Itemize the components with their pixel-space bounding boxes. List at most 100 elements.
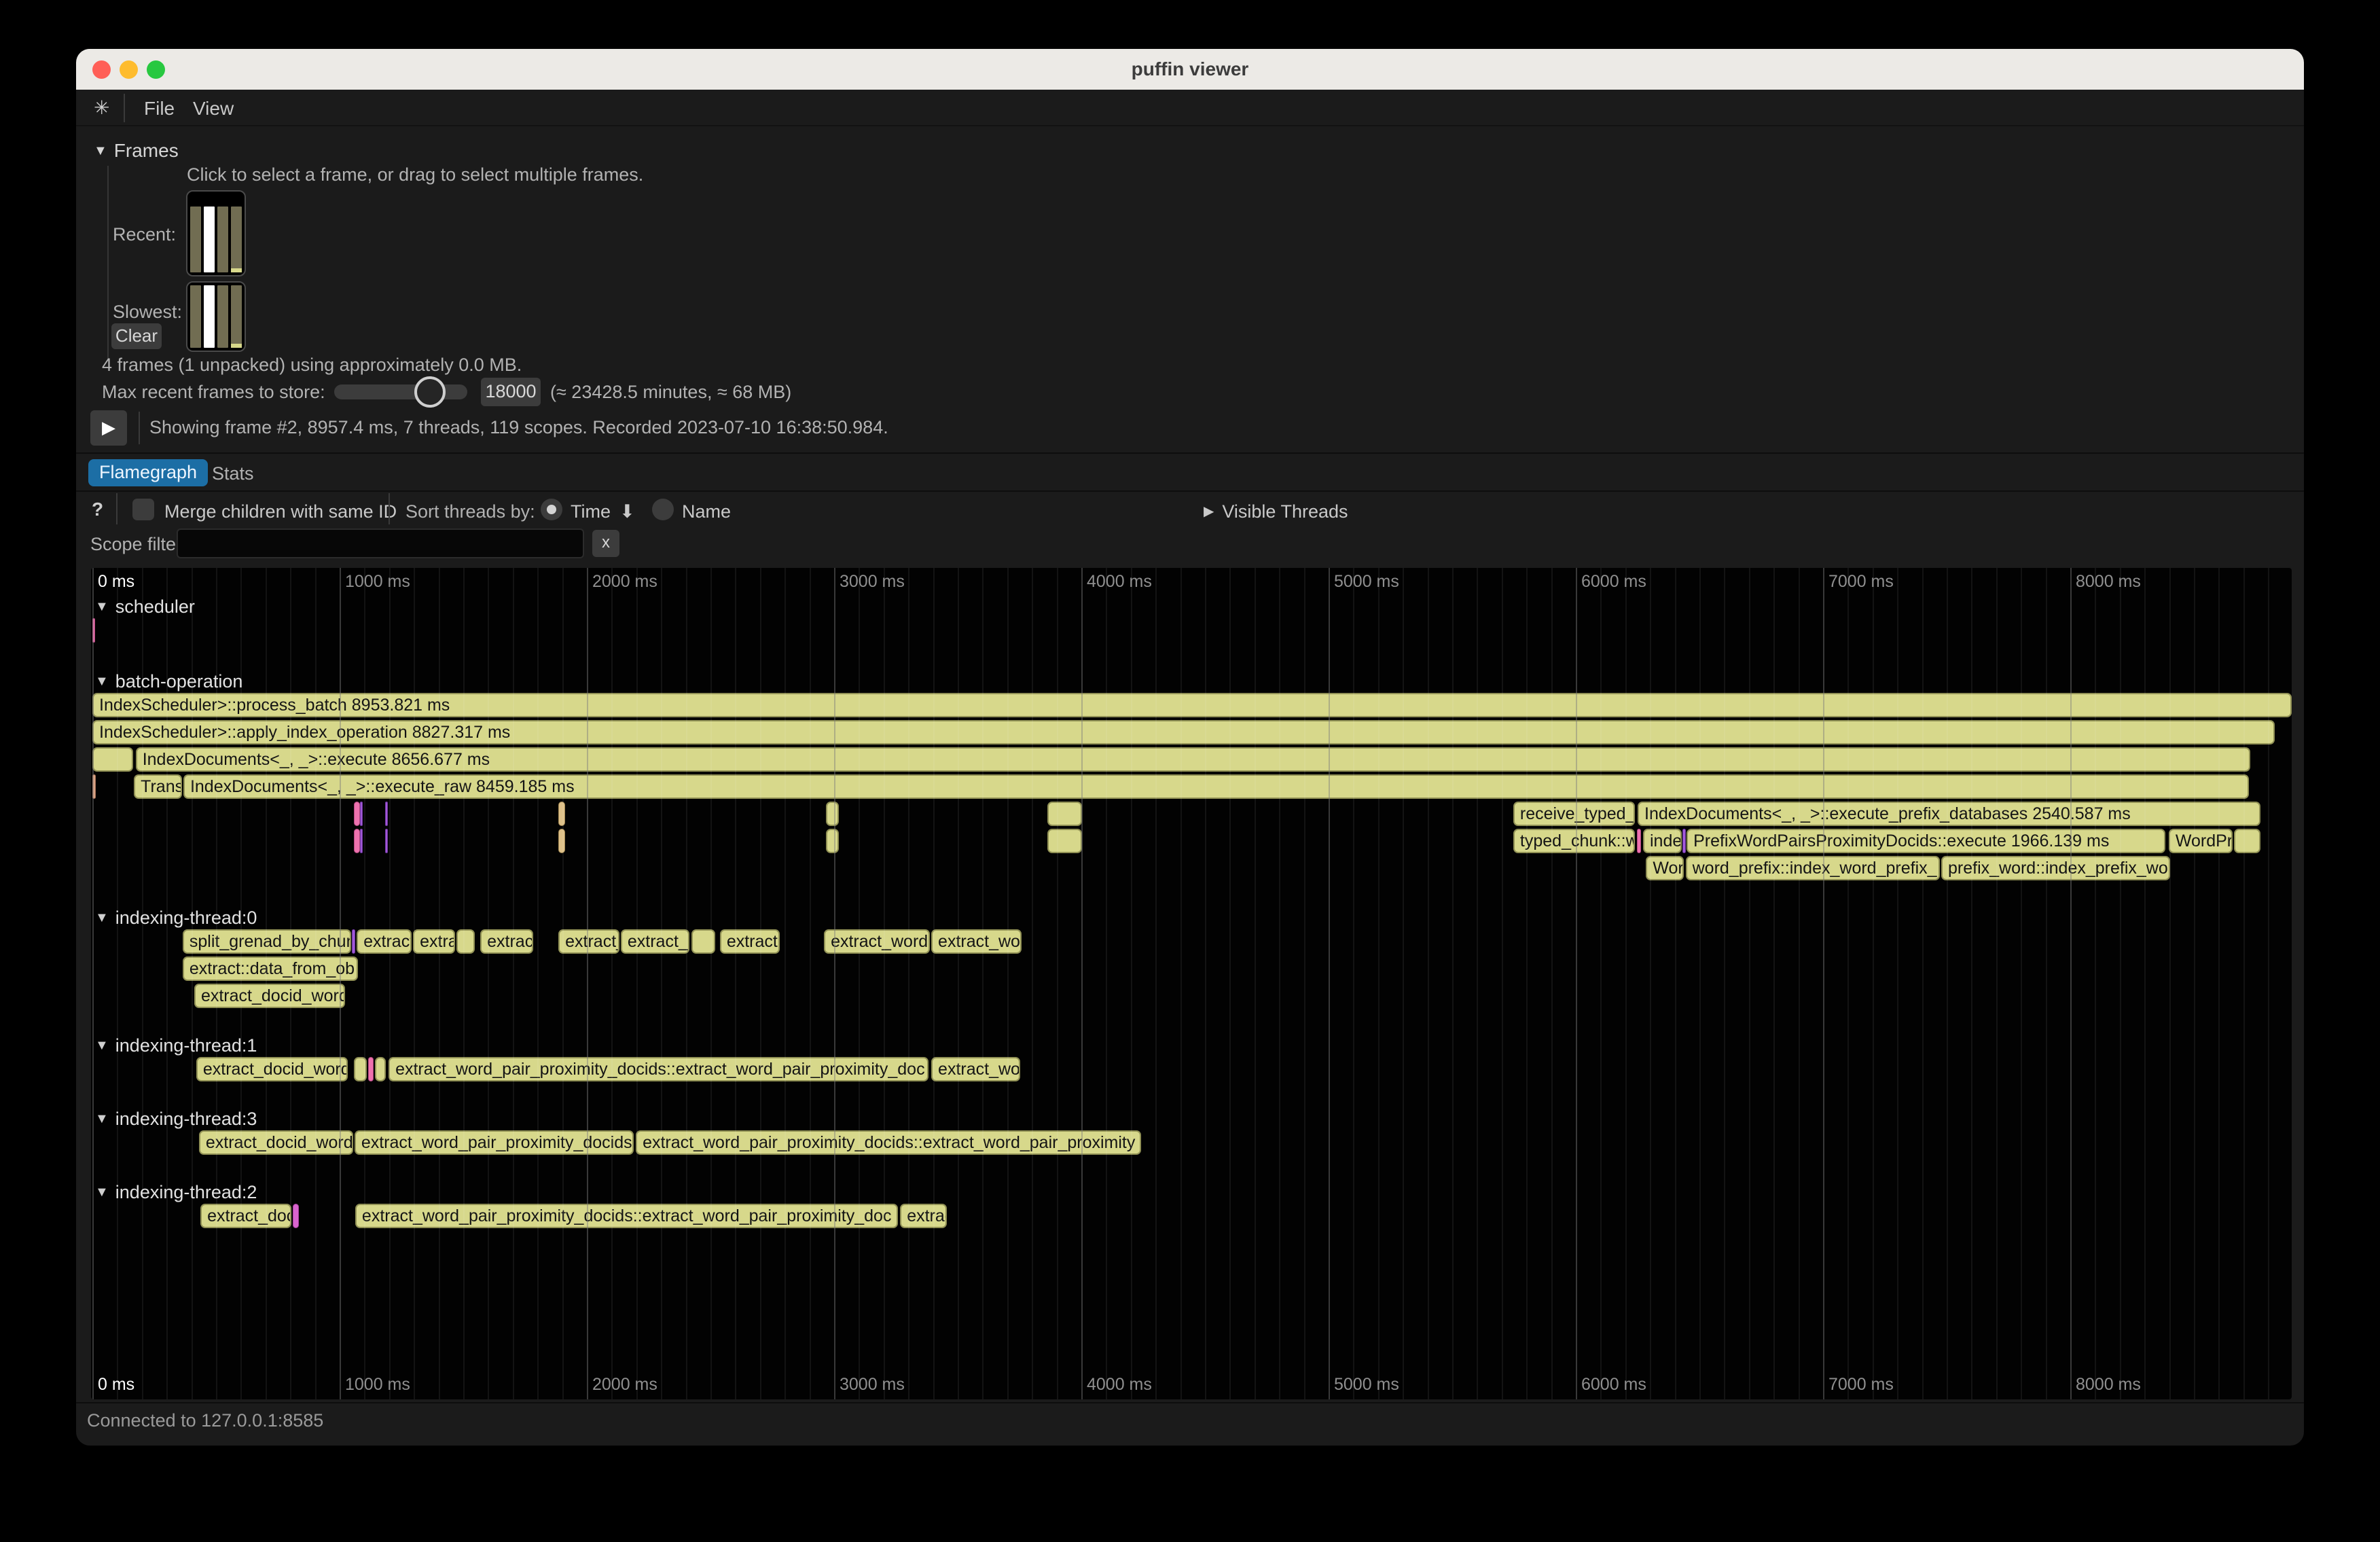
thread-group-header[interactable]: ▼indexing-thread:2 — [95, 1182, 257, 1203]
scope-bar[interactable]: IndexDocuments<_, _>::execute_prefix_dat… — [1638, 802, 2260, 826]
merge-children-label[interactable]: Merge children with same ID — [164, 501, 397, 522]
scope-bar[interactable] — [1047, 829, 1082, 853]
scope-bar[interactable] — [826, 829, 839, 853]
scope-bar[interactable]: extract_word_pair_proximity_docids::extr… — [636, 1130, 1141, 1155]
scope-bar[interactable]: extract_word_pair_proximity_docids — [355, 1130, 634, 1155]
scope-bar[interactable]: extract — [720, 929, 780, 954]
help-button[interactable]: ? — [92, 499, 103, 520]
scope-bar[interactable]: split_grenad_by_chun — [183, 929, 352, 954]
tab-flamegraph[interactable]: Flamegraph — [88, 459, 208, 486]
scope-bar[interactable]: Word — [1646, 856, 1683, 880]
flamegraph-canvas[interactable]: 0 ms1000 ms2000 ms3000 ms4000 ms5000 ms6… — [91, 568, 2292, 1399]
merge-children-checkbox[interactable] — [132, 499, 154, 520]
scope-bar[interactable] — [385, 802, 388, 826]
scope-bar[interactable] — [92, 618, 95, 643]
scope-bar[interactable] — [558, 829, 565, 853]
scope-bar[interactable]: extract_wo — [931, 929, 1022, 954]
scope-bar[interactable]: extra — [413, 929, 455, 954]
scope-bar[interactable] — [2234, 829, 2260, 853]
scope-bar[interactable]: extract — [357, 929, 411, 954]
sort-direction-arrow-icon[interactable]: ⬇ — [619, 501, 635, 522]
thread-group-name: indexing-thread:3 — [115, 1109, 257, 1129]
scope-bar[interactable] — [92, 774, 96, 799]
thread-group-header[interactable]: ▼batch-operation — [95, 671, 242, 692]
scope-bar[interactable] — [354, 1057, 367, 1081]
scope-bar[interactable]: IndexScheduler>::process_batch 8953.821 … — [92, 693, 2292, 717]
max-frames-slider[interactable] — [334, 384, 467, 399]
scope-bar[interactable] — [375, 1057, 386, 1081]
sort-by-name-label[interactable]: Name — [682, 501, 731, 522]
scope-bar[interactable]: extract_word — [824, 929, 930, 954]
axis-tick-label: 8000 ms — [2076, 1375, 2141, 1395]
scope-bar[interactable]: extract_ — [558, 929, 619, 954]
chevron-down-icon: ▼ — [95, 1111, 109, 1126]
scope-bar[interactable] — [352, 929, 355, 954]
recent-label: Recent: — [113, 224, 176, 245]
scope-bar[interactable]: extract_docid_word — [196, 1057, 348, 1081]
menu-item-file[interactable]: File — [144, 98, 175, 120]
scope-bar[interactable] — [691, 929, 715, 954]
scope-bar[interactable] — [826, 802, 839, 826]
thread-group-header[interactable]: ▼indexing-thread:0 — [95, 908, 257, 929]
tab-stats[interactable]: Stats — [212, 463, 254, 484]
scope-bar[interactable] — [354, 802, 360, 826]
clear-button[interactable]: Clear — [111, 323, 162, 349]
title-bar[interactable]: puffin viewer — [76, 49, 2304, 90]
scope-bar[interactable] — [360, 829, 363, 853]
scope-bar[interactable]: extract_docid_word — [194, 984, 345, 1008]
scope-bar[interactable]: extract_word_pair_proximity_docids::extr… — [389, 1057, 928, 1081]
slowest-frames-thumbnail[interactable] — [186, 281, 246, 352]
scope-bar[interactable] — [558, 802, 565, 826]
scope-bar[interactable]: extract_ — [621, 929, 689, 954]
scope-bar[interactable] — [1682, 829, 1685, 853]
scope-bar[interactable]: Trans — [134, 774, 182, 799]
visible-threads-toggle[interactable]: ▶Visible Threads — [1204, 501, 1348, 522]
scope-bar[interactable] — [293, 1204, 299, 1228]
scope-bar[interactable] — [92, 747, 133, 772]
scope-bar[interactable]: receive_typed_ — [1513, 802, 1635, 826]
chevron-down-icon: ▼ — [94, 143, 107, 158]
axis-tick-label: 1000 ms — [345, 1375, 410, 1395]
scope-bar[interactable]: typed_chunk::w — [1513, 829, 1635, 853]
scope-bar[interactable]: prefix_word::index_prefix_wo — [1941, 856, 2170, 880]
scope-bar[interactable] — [360, 802, 363, 826]
menu-item-view[interactable]: View — [193, 98, 234, 120]
scope-bar[interactable] — [1047, 802, 1082, 826]
thread-group-header[interactable]: ▼indexing-thread:1 — [95, 1035, 257, 1056]
scope-bar[interactable]: extract_doc — [200, 1204, 291, 1228]
scope-bar[interactable]: IndexDocuments<_, _>::execute_raw 8459.1… — [183, 774, 2249, 799]
scope-filter-clear-button[interactable]: x — [592, 530, 619, 557]
thread-group-header[interactable]: ▼ indexing-thread:3 — [95, 1109, 257, 1130]
scope-bar[interactable]: extrac — [480, 929, 533, 954]
sort-by-time-label[interactable]: Time — [571, 501, 611, 522]
thread-group-header[interactable]: ▼scheduler — [95, 596, 195, 617]
theme-toggle-icon[interactable]: ✳ — [94, 96, 109, 119]
sort-by-time-radio[interactable] — [541, 499, 562, 520]
play-button[interactable]: ▶ — [90, 410, 127, 446]
scope-bar[interactable] — [385, 829, 388, 853]
scope-bar[interactable]: WordPr — [2169, 829, 2233, 853]
frames-section-header[interactable]: ▼Frames — [94, 140, 179, 162]
scope-bar[interactable]: IndexScheduler>::apply_index_operation 8… — [92, 720, 2275, 745]
sort-by-name-radio[interactable] — [652, 499, 674, 520]
scope-filter-input[interactable] — [177, 528, 584, 558]
scope-bar[interactable] — [354, 829, 360, 853]
scope-bar[interactable]: extract_word_pair_proximity_docids::extr… — [355, 1204, 898, 1228]
scope-bar[interactable]: extrac — [900, 1204, 947, 1228]
recent-frames-thumbnail[interactable] — [186, 190, 246, 276]
scope-bar[interactable]: index — [1643, 829, 1682, 853]
axis-tick-label: 3000 ms — [840, 572, 905, 592]
scope-bar[interactable] — [456, 929, 475, 954]
axis-tick-label: 3000 ms — [840, 1375, 905, 1395]
scope-bar[interactable]: extract::data_from_ob — [183, 956, 358, 981]
max-frames-value[interactable]: 18000 — [481, 378, 541, 406]
chevron-right-icon: ▶ — [1204, 504, 1214, 519]
scope-bar[interactable]: word_prefix::index_word_prefix_ — [1686, 856, 1940, 880]
slider-knob[interactable] — [414, 376, 446, 408]
scope-bar[interactable] — [1637, 829, 1642, 853]
scope-bar[interactable]: PrefixWordPairsProximityDocids::execute … — [1687, 829, 2165, 853]
scope-bar[interactable]: extract_docid_word — [199, 1130, 353, 1155]
scope-bar[interactable]: IndexDocuments<_, _>::execute 8656.677 m… — [136, 747, 2250, 772]
scope-bar[interactable] — [368, 1057, 374, 1081]
scope-bar[interactable]: extract_wo — [931, 1057, 1020, 1081]
